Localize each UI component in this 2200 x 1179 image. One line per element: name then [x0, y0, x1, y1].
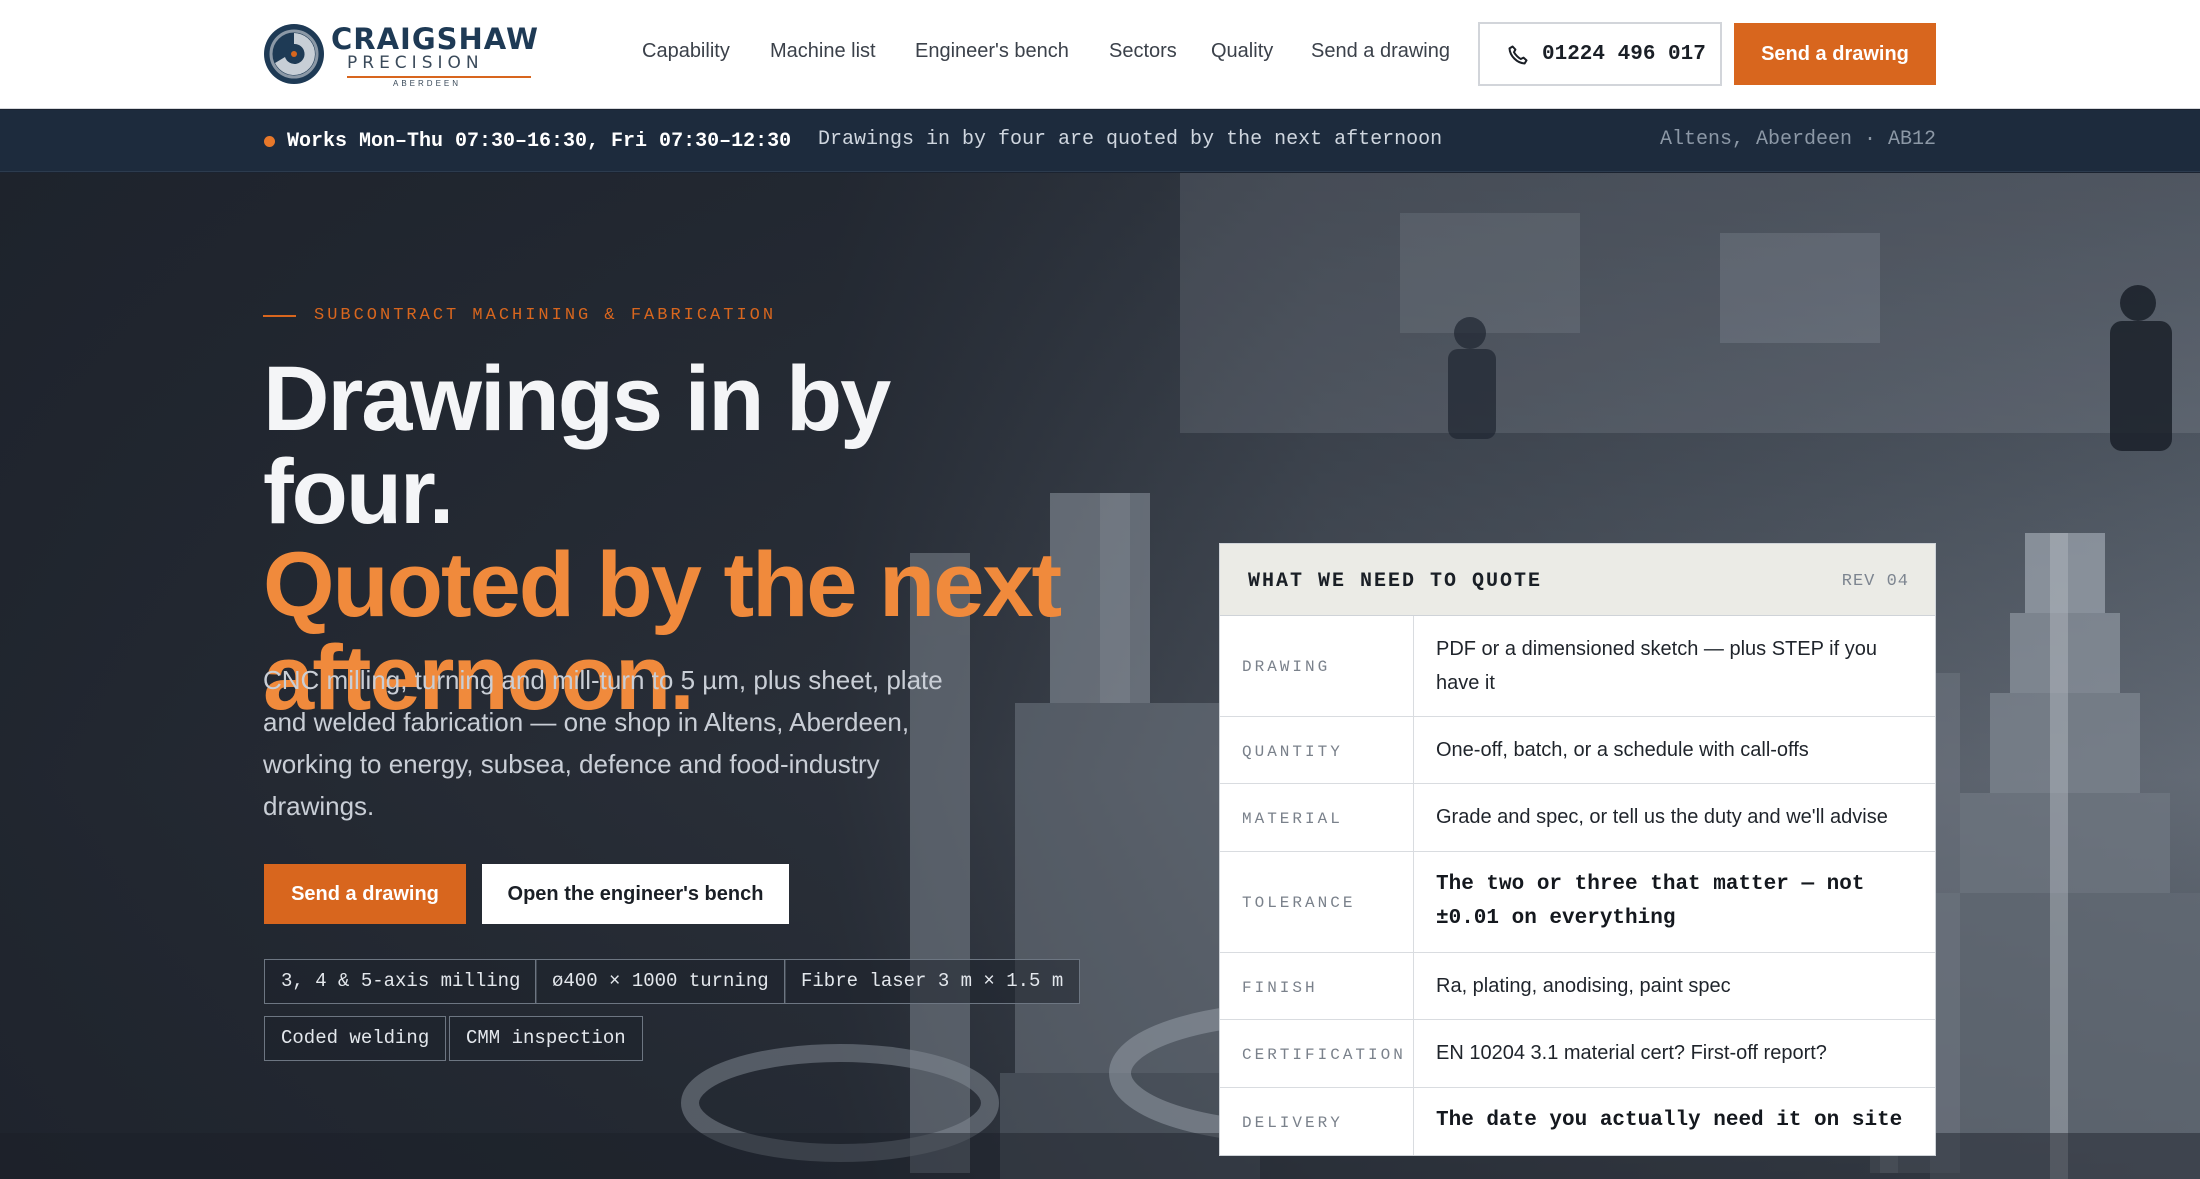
row-divider [1413, 1088, 1414, 1155]
requirement-row: TOLERANCE The two or three that matter —… [1220, 852, 1935, 953]
location-text: Altens, Aberdeen · AB12 [1659, 128, 1936, 151]
requirement-row: DRAWING PDF or a dimensioned sketch — pl… [1220, 616, 1935, 717]
capability-chip-welding: Coded welding [264, 1016, 447, 1061]
hero-lead: CNC milling, turning and mill-turn to 5 … [263, 665, 943, 821]
nav-send-a-drawing[interactable]: Send a drawing [1311, 40, 1450, 63]
hero-title-line1: Drawings in by four. [263, 348, 891, 543]
card-title: WHAT WE NEED TO QUOTE [1248, 570, 1543, 593]
brand-city: ABERDEEN [393, 79, 462, 88]
card-revision: REV 04 [1841, 572, 1909, 591]
nav-capability[interactable]: Capability [642, 40, 730, 63]
requirement-value: EN 10204 3.1 material cert? First-off re… [1436, 1042, 1827, 1064]
hero-send-drawing-button[interactable]: Send a drawing [264, 864, 466, 924]
brand-sub: PRECISION [347, 53, 484, 73]
requirement-value: Grade and spec, or tell us the duty and … [1436, 806, 1888, 828]
site-header: CRAIGSHAW PRECISION ABERDEEN Capability … [0, 0, 2200, 109]
requirement-row: QUANTITY One-off, batch, or a schedule w… [1220, 717, 1935, 784]
opening-hours: Works Mon–Thu 07:30–16:30, Fri 07:30–12:… [287, 130, 792, 153]
hero-open-bench-button[interactable]: Open the engineer's bench [482, 864, 789, 924]
header-send-drawing-button[interactable]: Send a drawing [1734, 23, 1936, 85]
nav-machine-list[interactable]: Machine list [770, 40, 876, 63]
row-divider [1413, 784, 1414, 851]
info-bar: Works Mon–Thu 07:30–16:30, Fri 07:30–12:… [0, 110, 2200, 172]
requirement-key: QUANTITY [1242, 743, 1343, 761]
row-divider [1413, 852, 1414, 952]
hero-section: SUBCONTRACT MACHINING & FABRICATION Draw… [0, 173, 2200, 1179]
phone-icon [1508, 45, 1528, 65]
requirement-row: MATERIAL Grade and spec, or tell us the … [1220, 784, 1935, 852]
capability-chip-turning: ø400 × 1000 turning [535, 959, 786, 1004]
nav-engineers-bench[interactable]: Engineer's bench [915, 40, 1069, 63]
requirement-row: CERTIFICATION EN 10204 3.1 material cert… [1220, 1020, 1935, 1088]
requirement-value: Ra, plating, anodising, paint spec [1436, 975, 1731, 997]
row-divider [1413, 1020, 1414, 1087]
requirement-key: DRAWING [1242, 658, 1331, 676]
capability-chip-laser: Fibre laser 3 m × 1.5 m [784, 959, 1081, 1004]
requirement-key: CERTIFICATION [1242, 1046, 1406, 1064]
brand-rule [347, 76, 531, 78]
phone-number: 01224 496 017 [1542, 43, 1706, 66]
quote-requirements-card: WHAT WE NEED TO QUOTE REV 04 DRAWING PDF… [1219, 543, 1936, 1156]
card-header: WHAT WE NEED TO QUOTE REV 04 [1220, 544, 1935, 616]
requirement-row: FINISH Ra, plating, anodising, paint spe… [1220, 953, 1935, 1020]
gear-logo-icon [264, 24, 324, 84]
phone-button[interactable]: 01224 496 017 [1478, 22, 1722, 86]
requirement-value: One-off, batch, or a schedule with call-… [1436, 739, 1809, 761]
status-dot-icon [264, 136, 275, 147]
row-divider [1413, 616, 1414, 716]
nav-sectors[interactable]: Sectors [1109, 40, 1177, 63]
requirement-key: MATERIAL [1242, 810, 1343, 828]
requirement-key: TOLERANCE [1242, 894, 1356, 912]
brand-name: CRAIGSHAW [331, 22, 539, 56]
eyebrow-rule [263, 315, 296, 317]
requirement-key: FINISH [1242, 979, 1318, 997]
capability-chip-milling: 3, 4 & 5-axis milling [264, 959, 538, 1004]
brand-logo[interactable]: CRAIGSHAW PRECISION ABERDEEN [263, 20, 538, 88]
requirement-key: DELIVERY [1242, 1114, 1343, 1132]
quote-tagline: Drawings in by four are quoted by the ne… [818, 128, 1443, 151]
capability-chip-cmm: CMM inspection [449, 1016, 643, 1061]
requirement-row: DELIVERY The date you actually need it o… [1220, 1088, 1935, 1155]
requirement-value: The date you actually need it on site [1436, 1109, 1903, 1132]
hero-eyebrow: SUBCONTRACT MACHINING & FABRICATION [314, 306, 777, 325]
requirement-value: PDF or a dimensioned sketch — plus STEP … [1436, 638, 1877, 694]
row-divider [1413, 953, 1414, 1019]
requirement-value: The two or three that matter — not ±0.01… [1436, 873, 1865, 930]
nav-quality[interactable]: Quality [1211, 40, 1273, 63]
row-divider [1413, 717, 1414, 783]
